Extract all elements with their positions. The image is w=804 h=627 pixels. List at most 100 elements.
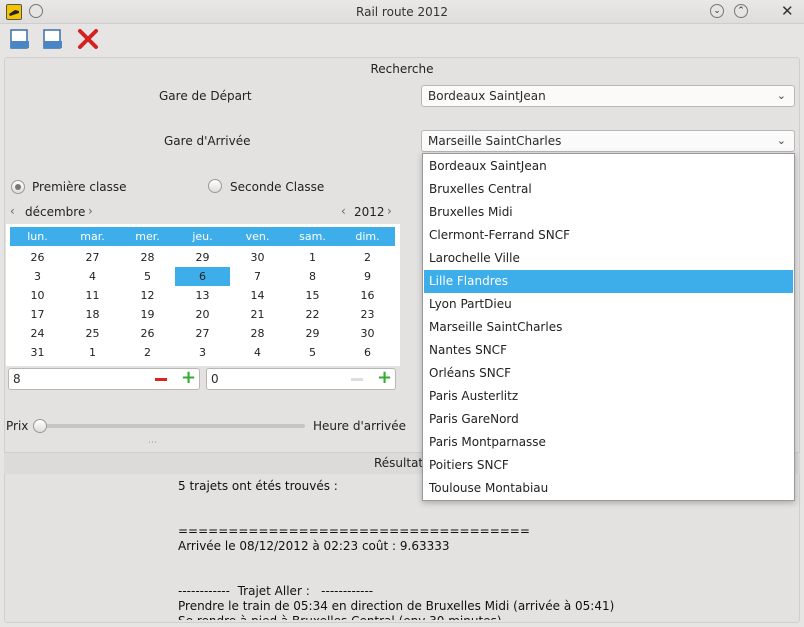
- prev-month-icon[interactable]: ‹: [10, 204, 15, 218]
- calendar-day[interactable]: 27: [65, 248, 120, 267]
- calendar-day[interactable]: 30: [230, 248, 285, 267]
- calendar-day[interactable]: 16: [340, 286, 395, 305]
- new-file-icon[interactable]: [8, 27, 32, 51]
- minute-spinbox[interactable]: 0: [206, 368, 396, 390]
- calendar-day[interactable]: 24: [10, 324, 65, 343]
- calendar-day[interactable]: 3: [175, 343, 230, 362]
- dropdown-option[interactable]: Larochelle Ville: [424, 247, 793, 270]
- result-line: Arrivée le 08/12/2012 à 02:23 coût : 9.6…: [178, 539, 450, 553]
- calendar-day[interactable]: 5: [285, 343, 340, 362]
- close-icon[interactable]: ✕: [781, 2, 794, 20]
- calendar-day[interactable]: 27: [175, 324, 230, 343]
- calendar-day[interactable]: 2: [340, 248, 395, 267]
- price-time-slider[interactable]: [40, 424, 305, 428]
- calendar-day[interactable]: 2: [120, 343, 175, 362]
- calendar-day[interactable]: 17: [10, 305, 65, 324]
- dropdown-option[interactable]: Poitiers SNCF: [424, 454, 793, 477]
- dropdown-option[interactable]: Nantes SNCF: [424, 339, 793, 362]
- calendar-day[interactable]: 1: [285, 248, 340, 267]
- dropdown-option[interactable]: Lille Flandres: [424, 270, 793, 293]
- maximize-icon[interactable]: ⌃: [734, 4, 748, 18]
- arrival-select[interactable]: Marseille SaintCharles ⌄: [421, 130, 795, 152]
- dropdown-option[interactable]: Bruxelles Central: [424, 178, 793, 201]
- calendar-day[interactable]: 19: [120, 305, 175, 324]
- calendar-day[interactable]: 13: [175, 286, 230, 305]
- result-line: Se rendre à pied à Bruxelles Central (en…: [178, 614, 502, 620]
- minute-decrement-icon[interactable]: [351, 378, 363, 381]
- weekday-header: mar.: [65, 227, 120, 246]
- dropdown-option[interactable]: Toulouse Montabiau: [424, 477, 793, 500]
- calendar-grid[interactable]: lun. mar. mer. jeu. ven. sam. dim. 26 27 28 29 30 1 2…: [6, 224, 400, 366]
- calendar-day[interactable]: 6: [340, 343, 395, 362]
- weekday-header: sam.: [285, 227, 340, 246]
- calendar-day[interactable]: 8: [285, 267, 340, 286]
- dropdown-option[interactable]: Bruxelles Midi: [424, 201, 793, 224]
- minute-increment-icon[interactable]: +: [377, 369, 392, 387]
- calendar-day[interactable]: 29: [175, 248, 230, 267]
- delete-icon[interactable]: [76, 27, 100, 51]
- calendar-day[interactable]: 26: [10, 248, 65, 267]
- calendar-day[interactable]: 6: [175, 267, 230, 286]
- calendar-day[interactable]: 22: [285, 305, 340, 324]
- calendar-day[interactable]: 14: [230, 286, 285, 305]
- hour-decrement-icon[interactable]: [155, 378, 167, 381]
- dropdown-option[interactable]: Paris Austerlitz: [424, 385, 793, 408]
- slider-handle[interactable]: [33, 419, 47, 433]
- second-class-radio[interactable]: [208, 179, 222, 193]
- calendar-day[interactable]: 3: [10, 267, 65, 286]
- calendar-day[interactable]: 31: [10, 343, 65, 362]
- arrival-value: Marseille SaintCharles: [428, 134, 562, 148]
- weekday-header: ven.: [230, 227, 285, 246]
- weekday-header: jeu.: [175, 227, 230, 246]
- calendar-day[interactable]: 9: [340, 267, 395, 286]
- year-label[interactable]: 2012: [354, 205, 385, 219]
- open-file-icon[interactable]: [41, 27, 65, 51]
- calendar-day[interactable]: 11: [65, 286, 120, 305]
- calendar-day[interactable]: 10: [10, 286, 65, 305]
- weekday-header: dim.: [340, 227, 395, 246]
- first-class-radio[interactable]: [11, 180, 25, 194]
- next-year-icon[interactable]: ›: [387, 204, 392, 218]
- dropdown-option[interactable]: Paris Montparnasse: [424, 431, 793, 454]
- calendar-day[interactable]: 7: [230, 267, 285, 286]
- calendar-day[interactable]: 20: [175, 305, 230, 324]
- splitter-handle[interactable]: ⋯: [148, 438, 157, 448]
- dropdown-option[interactable]: Marseille SaintCharles: [424, 316, 793, 339]
- arrival-label: Gare d'Arrivée: [164, 134, 251, 148]
- departure-select[interactable]: Bordeaux SaintJean ⌄: [421, 85, 795, 107]
- arrival-dropdown-list[interactable]: Bordeaux SaintJean Bruxelles Central Bruxe…: [422, 153, 795, 501]
- prev-year-icon[interactable]: ‹: [341, 204, 346, 218]
- calendar-day[interactable]: 28: [230, 324, 285, 343]
- calendar-day[interactable]: 1: [65, 343, 120, 362]
- hour-spinbox[interactable]: 8: [8, 368, 200, 390]
- calendar-day[interactable]: 28: [120, 248, 175, 267]
- next-month-icon[interactable]: ›: [88, 204, 93, 218]
- weekday-header: lun.: [10, 227, 65, 246]
- dropdown-option[interactable]: Lyon PartDieu: [424, 293, 793, 316]
- calendar-day[interactable]: 4: [65, 267, 120, 286]
- second-class-label[interactable]: Seconde Classe: [230, 180, 324, 194]
- calendar-day[interactable]: 29: [285, 324, 340, 343]
- calendar-day[interactable]: 4: [230, 343, 285, 362]
- first-class-label[interactable]: Première classe: [32, 180, 127, 194]
- dropdown-option[interactable]: Bordeaux SaintJean: [424, 155, 793, 178]
- search-section-title: Recherche: [370, 62, 434, 76]
- calendar-day[interactable]: 18: [65, 305, 120, 324]
- calendar-day[interactable]: 15: [285, 286, 340, 305]
- dropdown-option[interactable]: Paris GareNord: [424, 408, 793, 431]
- minute-value: 0: [211, 372, 219, 386]
- dropdown-option[interactable]: Clermont-Ferrand SNCF: [424, 224, 793, 247]
- hour-increment-icon[interactable]: +: [181, 369, 196, 387]
- calendar-day[interactable]: 26: [120, 324, 175, 343]
- calendar-day[interactable]: 25: [65, 324, 120, 343]
- calendar-day[interactable]: 23: [340, 305, 395, 324]
- calendar-day[interactable]: 30: [340, 324, 395, 343]
- minimize-icon[interactable]: ⌄: [710, 4, 724, 18]
- window-title: Rail route 2012: [356, 5, 448, 19]
- calendar-day[interactable]: 12: [120, 286, 175, 305]
- calendar-day[interactable]: 5: [120, 267, 175, 286]
- dropdown-option[interactable]: Orléans SNCF: [424, 362, 793, 385]
- month-label[interactable]: décembre: [25, 205, 85, 219]
- slider-left-label: Prix: [6, 419, 29, 433]
- calendar-day[interactable]: 21: [230, 305, 285, 324]
